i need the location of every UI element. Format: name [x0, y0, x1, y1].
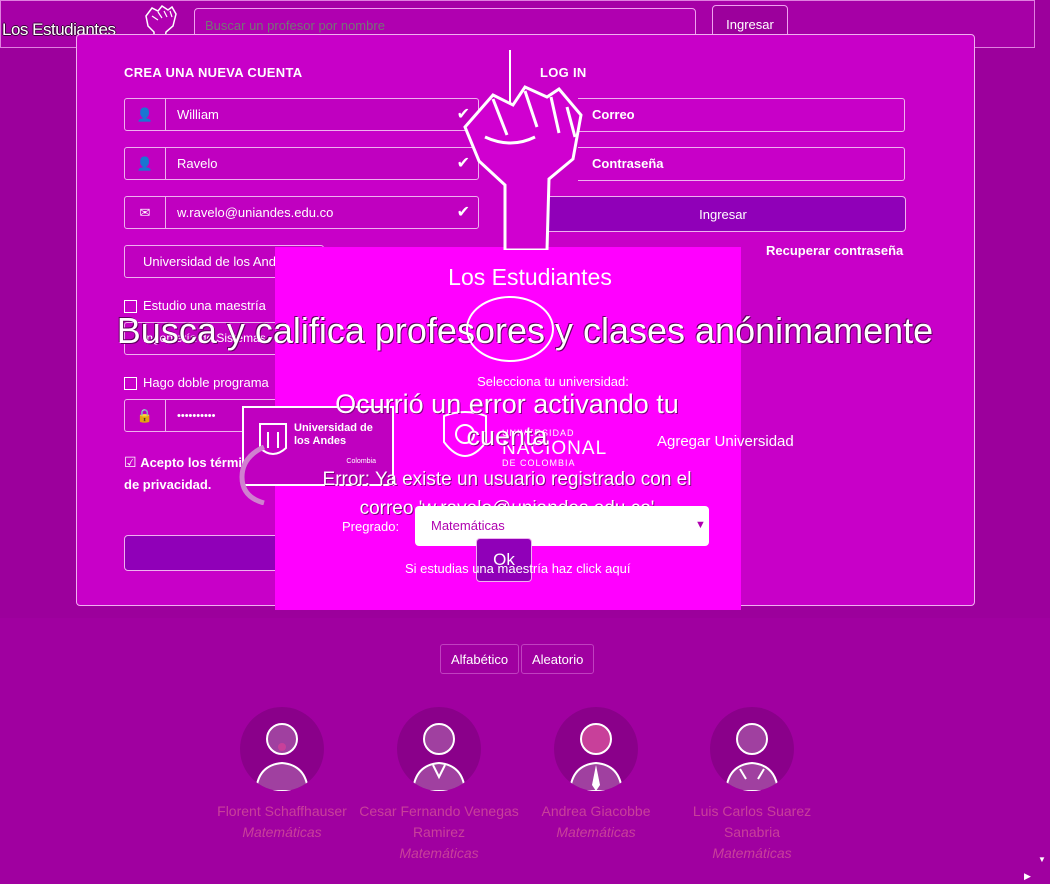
recover-password-link[interactable]: Recuperar contraseña	[766, 243, 903, 258]
undergrad-value: Matemáticas	[431, 518, 505, 533]
professor-name[interactable]: Florent Schaffhauser	[197, 801, 367, 822]
double-program-checkbox[interactable]	[124, 377, 137, 391]
envelope-icon: ✉	[125, 197, 166, 228]
undergrad-label: Pregrado:	[342, 519, 400, 534]
professor-name[interactable]: Luis Carlos Suarez Sanabria	[667, 801, 837, 843]
login-submit-button[interactable]: Ingresar	[540, 196, 906, 232]
scroll-right-arrow-icon[interactable]: ▶	[1024, 871, 1031, 882]
terms-checkbox-checked-icon[interactable]: ☑	[124, 454, 137, 470]
sort-alphabetical-button[interactable]: Alfabético	[440, 644, 520, 674]
overlay-brand: Los Estudiantes	[448, 264, 612, 290]
avatar	[397, 707, 481, 791]
scroll-down-arrow-icon[interactable]: ▼	[1038, 855, 1046, 864]
lock-icon: 🔒	[125, 400, 166, 431]
professor-avatar-icon	[254, 723, 310, 791]
professor-name[interactable]: Cesar Fernando Venegas Ramirez	[354, 801, 524, 843]
professor-card[interactable]: Andrea Giacobbe Matemáticas	[511, 707, 681, 843]
privacy-link[interactable]: de privacidad.	[124, 477, 211, 492]
chevron-down-icon: ▼	[695, 519, 706, 531]
professor-avatar-icon	[724, 723, 780, 791]
signup-button[interactable]	[124, 535, 286, 571]
first-name-value: William	[177, 107, 219, 122]
user-icon: 👤	[125, 148, 166, 179]
email-field[interactable]: ✉ w.ravelo@uniandes.edu.co ✔	[124, 196, 479, 229]
avatar	[240, 707, 324, 791]
professor-card[interactable]: Florent Schaffhauser Matemáticas	[197, 707, 367, 843]
professor-department: Matemáticas	[712, 845, 792, 861]
sort-random-button[interactable]: Aleatorio	[521, 644, 595, 674]
email-value: w.ravelo@uniandes.edu.co	[177, 205, 334, 220]
first-name-field[interactable]: 👤 William ✔	[124, 98, 479, 131]
last-name-field[interactable]: 👤 Ravelo ✔	[124, 147, 479, 180]
error-title: Ocurrió un error activando tu cuenta	[335, 389, 679, 451]
professor-card[interactable]: Luis Carlos Suarez Sanabria Matemáticas	[667, 707, 837, 864]
avatar	[710, 707, 794, 791]
university-value: Universidad de los Andes	[143, 254, 290, 269]
professor-department: Matemáticas	[556, 824, 636, 840]
select-university-label: Selecciona tu universidad:	[477, 374, 629, 389]
signup-title: CREA UNA NUEVA CUENTA	[124, 65, 303, 80]
login-email-input[interactable]: Correo	[578, 98, 905, 132]
master-program-link[interactable]: Si estudias una maestría haz click aquí	[405, 561, 630, 576]
user-icon: 👤	[125, 99, 166, 130]
avatar	[554, 707, 638, 791]
login-password-input[interactable]: Contraseña	[578, 147, 905, 181]
double-program-label: Hago doble programa	[143, 375, 269, 390]
professor-department: Matemáticas	[399, 845, 479, 861]
professor-avatar-icon	[411, 723, 467, 791]
seal-icon	[239, 445, 266, 505]
professor-avatar-icon	[568, 723, 624, 791]
professor-department: Matemáticas	[242, 824, 322, 840]
raised-fist-icon	[463, 85, 583, 250]
password-value: ••••••••••	[177, 410, 216, 422]
uniandes-country: Colombia	[346, 458, 376, 465]
professor-name[interactable]: Andrea Giacobbe	[511, 801, 681, 822]
last-name-value: Ravelo	[177, 156, 218, 171]
professor-card[interactable]: Cesar Fernando Venegas Ramirez Matemátic…	[354, 707, 524, 864]
highlight-circle	[466, 296, 554, 362]
double-program-row[interactable]: Hago doble programa	[124, 375, 269, 391]
